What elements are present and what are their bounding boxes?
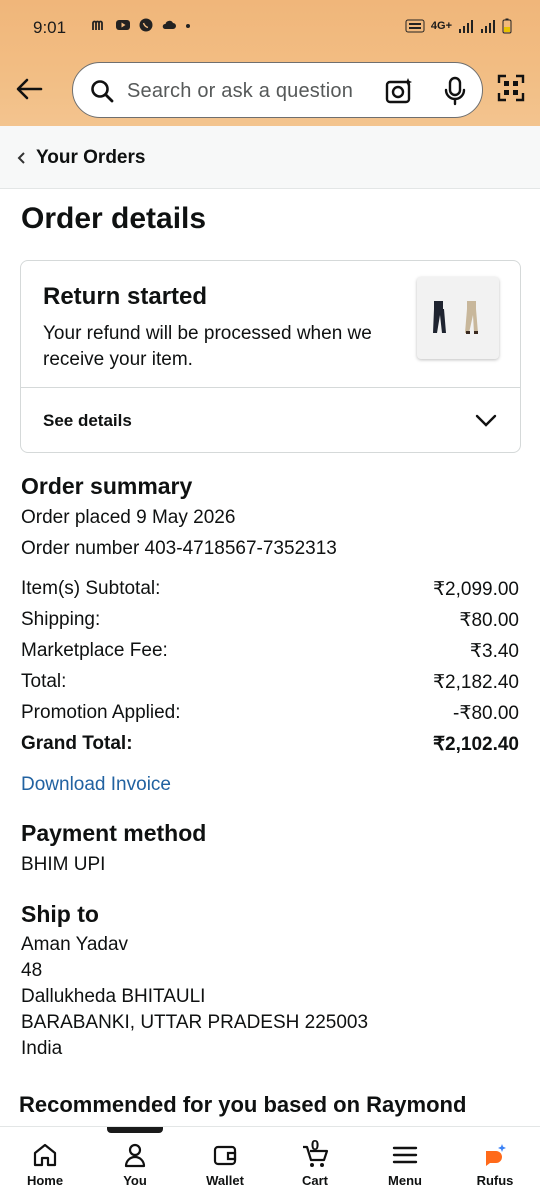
- battery-icon: [502, 18, 512, 34]
- nav-cart[interactable]: 0 Cart: [275, 1137, 355, 1188]
- search-bar[interactable]: Search or ask a question: [72, 62, 483, 118]
- summary-row-subtotal: Item(s) Subtotal: ₹2,099.00: [21, 578, 519, 604]
- chevron-down-icon[interactable]: [474, 411, 498, 429]
- row-value: ₹2,099.00: [432, 579, 519, 600]
- row-label: Item(s) Subtotal:: [21, 578, 161, 599]
- summary-row-total: Total: ₹2,182.40: [21, 671, 519, 697]
- person-icon: [124, 1143, 146, 1168]
- top-header: 9:01 4G+ Search or ask a question: [0, 0, 540, 126]
- address-line-3: BARABANKI, UTTAR PRADESH 225003: [21, 1012, 369, 1033]
- signal-icon: [459, 20, 473, 33]
- nav-wallet-label: Wallet: [206, 1173, 244, 1188]
- wallet-icon: [213, 1145, 237, 1166]
- row-label: Marketplace Fee:: [21, 640, 168, 661]
- nav-menu[interactable]: Menu: [365, 1141, 445, 1188]
- ship-to-title: Ship to: [21, 901, 99, 927]
- breadcrumb-your-orders[interactable]: Your Orders: [36, 147, 145, 169]
- search-placeholder: Search or ask a question: [127, 80, 354, 102]
- row-value: ₹2,182.40: [432, 672, 519, 693]
- camera-lens-icon[interactable]: [384, 76, 414, 106]
- return-title: Return started: [43, 283, 208, 310]
- row-label: Shipping:: [21, 609, 101, 630]
- row-value: ₹80.00: [459, 610, 519, 631]
- qr-scan-icon[interactable]: [497, 74, 525, 102]
- row-label: Total:: [21, 671, 67, 692]
- payment-method-title: Payment method: [21, 820, 207, 846]
- m-app-icon: [92, 20, 103, 30]
- page-title: Order details: [21, 202, 207, 235]
- recommendation-heading: Recommended for you based on Raymond: [19, 1092, 467, 1117]
- address-line-2: Dallukheda BHITAULI: [21, 986, 206, 1007]
- download-invoice-link[interactable]: Download Invoice: [21, 774, 171, 796]
- payment-method-value: BHIM UPI: [21, 854, 106, 875]
- home-icon: [33, 1143, 57, 1167]
- product-thumbnail[interactable]: [417, 277, 499, 359]
- notification-icons: [92, 17, 192, 33]
- cloud-icon: [162, 20, 176, 29]
- active-tab-indicator: [107, 1127, 163, 1133]
- nav-rufus-label: Rufus: [476, 1173, 514, 1188]
- summary-row-shipping: Shipping: ₹80.00: [21, 609, 519, 635]
- address-country: India: [21, 1038, 63, 1059]
- address-line-1: 48: [21, 960, 43, 981]
- volte-icon: [405, 19, 425, 33]
- return-status-card: Return started Your refund will be proce…: [20, 260, 521, 453]
- row-value: ₹2,102.40: [432, 734, 519, 755]
- order-summary-title: Order summary: [21, 473, 193, 499]
- card-divider: [21, 387, 520, 388]
- summary-row-marketplace-fee: Marketplace Fee: ₹3.40: [21, 640, 519, 666]
- network-type: 4G+: [430, 20, 452, 32]
- status-time: 9:01: [33, 18, 67, 37]
- signal-icon-2: [481, 20, 495, 33]
- status-right: 4G+: [405, 18, 512, 34]
- nav-menu-label: Menu: [388, 1173, 422, 1188]
- cart-count-badge: 0: [310, 1137, 320, 1154]
- youtube-icon: [116, 20, 130, 30]
- status-bar: 9:01 4G+: [0, 0, 540, 56]
- nav-rufus[interactable]: Rufus: [455, 1141, 535, 1188]
- order-placed-date: Order placed 9 May 2026: [21, 507, 236, 528]
- nav-wallet[interactable]: Wallet: [185, 1141, 265, 1188]
- menu-icon: [392, 1146, 418, 1164]
- rufus-icon: [486, 1144, 506, 1166]
- breadcrumb[interactable]: Your Orders: [0, 126, 540, 189]
- nav-you[interactable]: You: [95, 1141, 175, 1188]
- order-number: Order number 403-4718567-7352313: [21, 538, 337, 559]
- dot-icon: [186, 24, 190, 28]
- chevron-left-icon: [17, 152, 25, 164]
- row-value: -₹80.00: [453, 703, 519, 724]
- search-icon: [91, 80, 114, 103]
- see-details-label[interactable]: See details: [43, 411, 132, 431]
- trousers-image: [433, 301, 478, 334]
- nav-home-label: Home: [26, 1173, 64, 1188]
- row-label: Grand Total:: [21, 733, 133, 754]
- row-label: Promotion Applied:: [21, 702, 181, 723]
- nav-home[interactable]: Home: [5, 1141, 85, 1188]
- summary-row-grand-total: Grand Total: ₹2,102.40: [21, 733, 519, 759]
- return-description: Your refund will be processed when we re…: [43, 323, 372, 370]
- row-value: ₹3.40: [469, 641, 519, 662]
- summary-row-promotion: Promotion Applied: -₹80.00: [21, 702, 519, 728]
- whatsapp-icon: [139, 18, 153, 32]
- bottom-navigation: Home You Wallet 0 Cart Menu Rufus: [0, 1126, 540, 1199]
- nav-you-label: You: [123, 1173, 147, 1188]
- back-arrow-icon[interactable]: [14, 74, 44, 104]
- nav-cart-label: Cart: [301, 1173, 328, 1188]
- microphone-icon[interactable]: [442, 76, 468, 106]
- address-name: Aman Yadav: [21, 934, 129, 955]
